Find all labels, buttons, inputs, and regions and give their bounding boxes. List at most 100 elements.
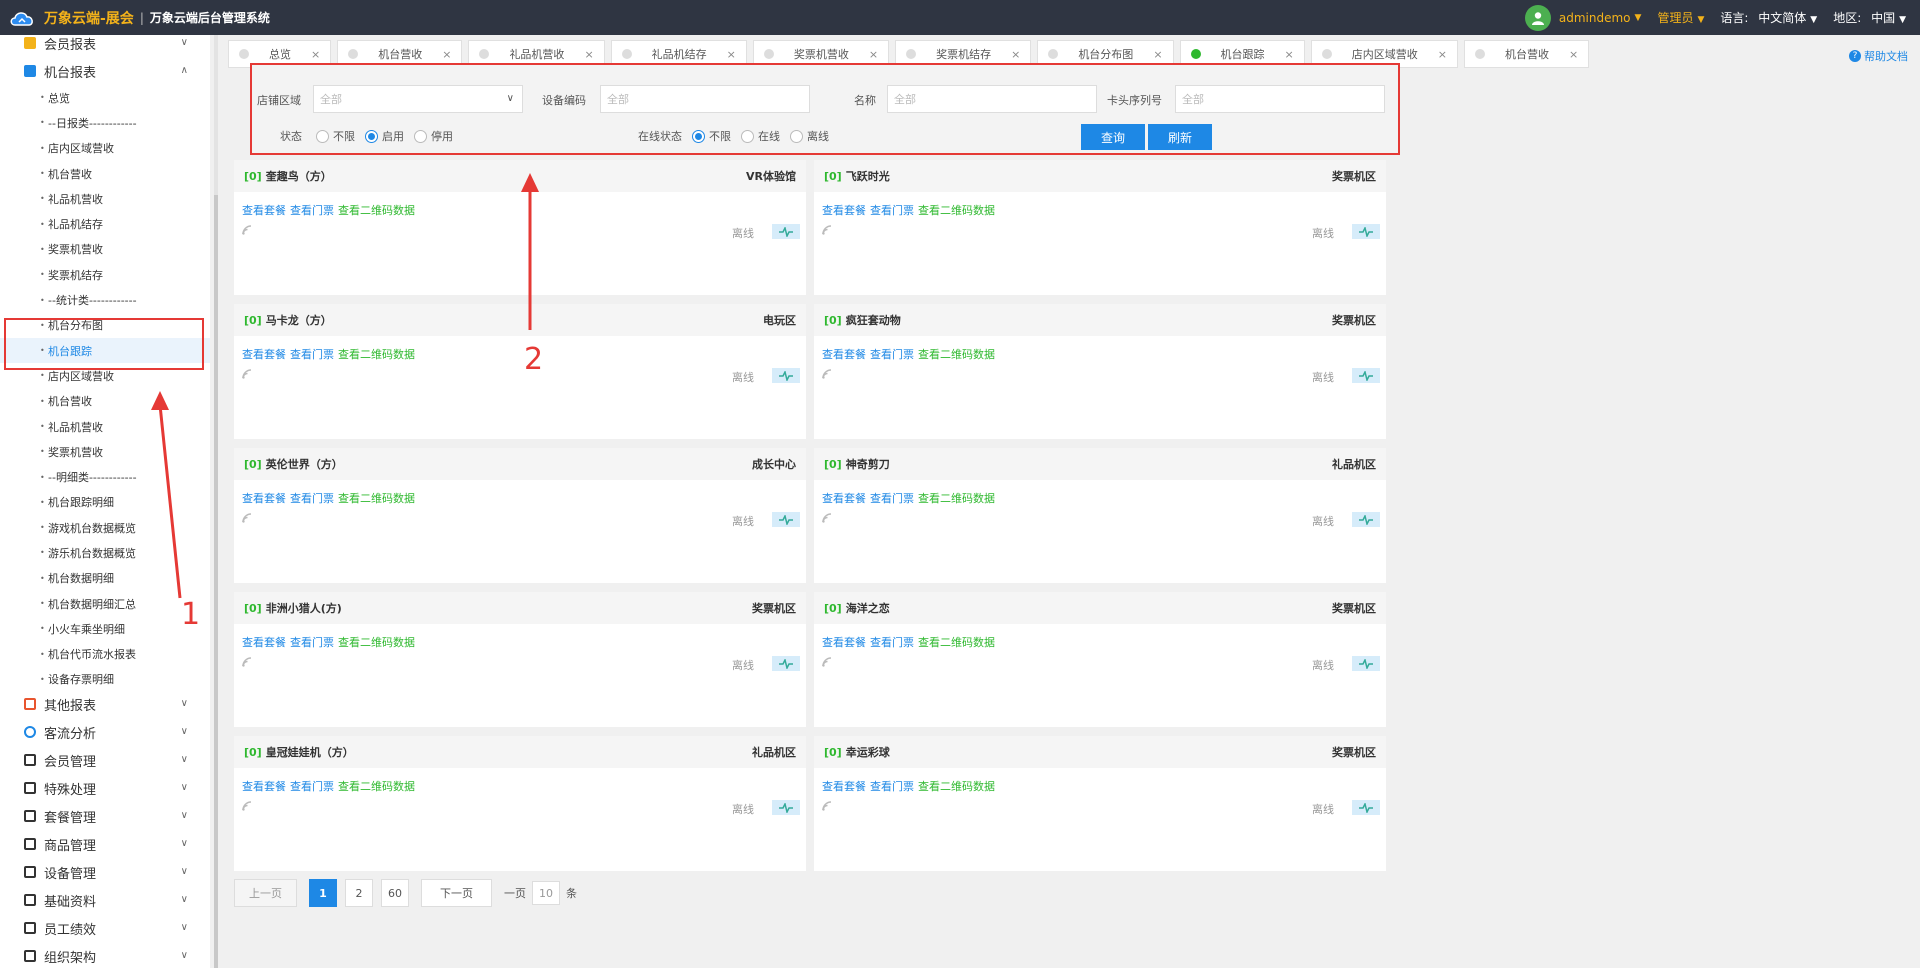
view-qrcode-link[interactable]: 查看二维码数据: [918, 346, 995, 362]
close-icon[interactable]: ×: [869, 48, 878, 61]
sidebar-subitem[interactable]: 设备存票明细: [0, 667, 210, 692]
view-ticket-link[interactable]: 查看门票: [870, 634, 914, 650]
language-menu[interactable]: 语言: 中文简体 ▼: [1720, 9, 1817, 26]
view-ticket-link[interactable]: 查看门票: [870, 490, 914, 506]
name-input[interactable]: 全部: [887, 85, 1097, 113]
heartbeat-icon[interactable]: [1352, 512, 1380, 527]
sidebar-subitem[interactable]: --统计类------------: [0, 287, 210, 312]
sidebar-group[interactable]: 员工绩效 ∨: [0, 914, 210, 942]
sidebar-subitem[interactable]: 小火车乘坐明细: [0, 616, 210, 641]
view-qrcode-link[interactable]: 查看二维码数据: [338, 346, 415, 362]
heartbeat-icon[interactable]: [772, 512, 800, 527]
query-button[interactable]: 查询: [1081, 124, 1145, 150]
view-ticket-link[interactable]: 查看门票: [290, 346, 334, 362]
view-ticket-link[interactable]: 查看门票: [870, 202, 914, 218]
prev-page-button[interactable]: 上一页: [234, 879, 297, 907]
sidebar-group[interactable]: 商品管理 ∨: [0, 830, 210, 858]
sidebar-group[interactable]: 会员管理 ∨: [0, 746, 210, 774]
close-icon[interactable]: ×: [442, 48, 451, 61]
next-page-button[interactable]: 下一页: [421, 879, 492, 907]
close-icon[interactable]: ×: [1569, 48, 1578, 61]
user-menu[interactable]: admindemo ▼: [1524, 4, 1641, 31]
view-package-link[interactable]: 查看套餐: [822, 346, 866, 362]
view-qrcode-link[interactable]: 查看二维码数据: [918, 202, 995, 218]
sidebar-subitem[interactable]: 礼品机营收: [0, 186, 210, 211]
sidebar-subitem[interactable]: 机台营收: [0, 161, 210, 186]
device-code-input[interactable]: 全部: [600, 85, 810, 113]
sidebar-subitem[interactable]: 奖票机营收: [0, 439, 210, 464]
sidebar-subitem[interactable]: 总览: [0, 85, 210, 110]
sidebar-group[interactable]: 其他报表 ∨: [0, 690, 210, 718]
sidebar-subitem[interactable]: 机台数据明细: [0, 566, 210, 591]
close-icon[interactable]: ×: [584, 48, 593, 61]
sidebar-subitem[interactable]: 游乐机台数据概览: [0, 540, 210, 565]
heartbeat-icon[interactable]: [1352, 800, 1380, 815]
sidebar-item-member-report[interactable]: 会员报表 ∨: [0, 35, 210, 57]
view-ticket-link[interactable]: 查看门票: [290, 778, 334, 794]
view-qrcode-link[interactable]: 查看二维码数据: [338, 634, 415, 650]
sidebar-subitem[interactable]: 机台营收: [0, 389, 210, 414]
close-icon[interactable]: ×: [1438, 48, 1447, 61]
sidebar-item-machine-report[interactable]: 机台报表 ∧: [0, 57, 210, 85]
sidebar-subitem[interactable]: 礼品机营收: [0, 414, 210, 439]
heartbeat-icon[interactable]: [772, 800, 800, 815]
view-package-link[interactable]: 查看套餐: [242, 346, 286, 362]
sidebar-subitem[interactable]: 机台代币流水报表: [0, 642, 210, 667]
heartbeat-icon[interactable]: [772, 656, 800, 671]
sidebar-group[interactable]: 基础资料 ∨: [0, 886, 210, 914]
view-ticket-link[interactable]: 查看门票: [290, 202, 334, 218]
sidebar-subitem[interactable]: 奖票机营收: [0, 237, 210, 262]
view-ticket-link[interactable]: 查看门票: [870, 346, 914, 362]
status-radio-any[interactable]: [316, 129, 329, 143]
view-package-link[interactable]: 查看套餐: [242, 202, 286, 218]
view-package-link[interactable]: 查看套餐: [822, 490, 866, 506]
view-package-link[interactable]: 查看套餐: [822, 634, 866, 650]
sidebar-group[interactable]: 套餐管理 ∨: [0, 802, 210, 830]
view-qrcode-link[interactable]: 查看二维码数据: [918, 778, 995, 794]
sidebar-subitem[interactable]: 礼品机结存: [0, 211, 210, 236]
page-number-button[interactable]: 1: [309, 879, 337, 907]
heartbeat-icon[interactable]: [772, 368, 800, 383]
refresh-button[interactable]: 刷新: [1148, 124, 1212, 150]
heartbeat-icon[interactable]: [1352, 368, 1380, 383]
page-number-button[interactable]: 60: [381, 879, 409, 907]
sidebar-subitem[interactable]: 机台数据明细汇总: [0, 591, 210, 616]
role-menu[interactable]: 管理员 ▼: [1657, 9, 1704, 26]
view-qrcode-link[interactable]: 查看二维码数据: [338, 490, 415, 506]
close-icon[interactable]: ×: [727, 48, 736, 61]
view-qrcode-link[interactable]: 查看二维码数据: [338, 202, 415, 218]
heartbeat-icon[interactable]: [1352, 656, 1380, 671]
page-number-button[interactable]: 2: [345, 879, 373, 907]
region-menu[interactable]: 地区: 中国 ▼: [1833, 9, 1906, 26]
sidebar-group[interactable]: 客流分析 ∨: [0, 718, 210, 746]
close-icon[interactable]: ×: [1153, 48, 1162, 61]
sidebar-group[interactable]: 设备管理 ∨: [0, 858, 210, 886]
card-serial-input[interactable]: 全部: [1175, 85, 1385, 113]
status-radio-enabled[interactable]: [365, 129, 378, 143]
sidebar-subitem[interactable]: 店内区域营收: [0, 136, 210, 161]
view-ticket-link[interactable]: 查看门票: [290, 490, 334, 506]
close-icon[interactable]: ×: [1285, 48, 1294, 61]
view-package-link[interactable]: 查看套餐: [242, 490, 286, 506]
sidebar-subitem[interactable]: 机台跟踪明细: [0, 490, 210, 515]
heartbeat-icon[interactable]: [1352, 224, 1380, 239]
view-package-link[interactable]: 查看套餐: [822, 202, 866, 218]
view-ticket-link[interactable]: 查看门票: [290, 634, 334, 650]
sidebar-subitem[interactable]: --日报类------------: [0, 110, 210, 135]
view-qrcode-link[interactable]: 查看二维码数据: [918, 490, 995, 506]
view-ticket-link[interactable]: 查看门票: [870, 778, 914, 794]
sidebar-group[interactable]: 组织架构 ∨: [0, 942, 210, 968]
sidebar-subitem[interactable]: 游戏机台数据概览: [0, 515, 210, 540]
close-icon[interactable]: ×: [311, 48, 320, 61]
store-area-select[interactable]: 全部 ∨: [313, 85, 523, 113]
close-icon[interactable]: ×: [1011, 48, 1020, 61]
logo[interactable]: 万象云端-展会 | 万象云端后台管理系统: [0, 8, 270, 28]
view-package-link[interactable]: 查看套餐: [242, 634, 286, 650]
scrollbar-thumb[interactable]: [214, 195, 218, 968]
status-radio-disabled[interactable]: [414, 129, 427, 143]
sidebar-scrollbar[interactable]: [214, 35, 218, 968]
view-package-link[interactable]: 查看套餐: [822, 778, 866, 794]
help-link[interactable]: ? 帮助文档: [1849, 48, 1908, 64]
sidebar-subitem[interactable]: 奖票机结存: [0, 262, 210, 287]
online-radio-any[interactable]: [692, 129, 705, 143]
